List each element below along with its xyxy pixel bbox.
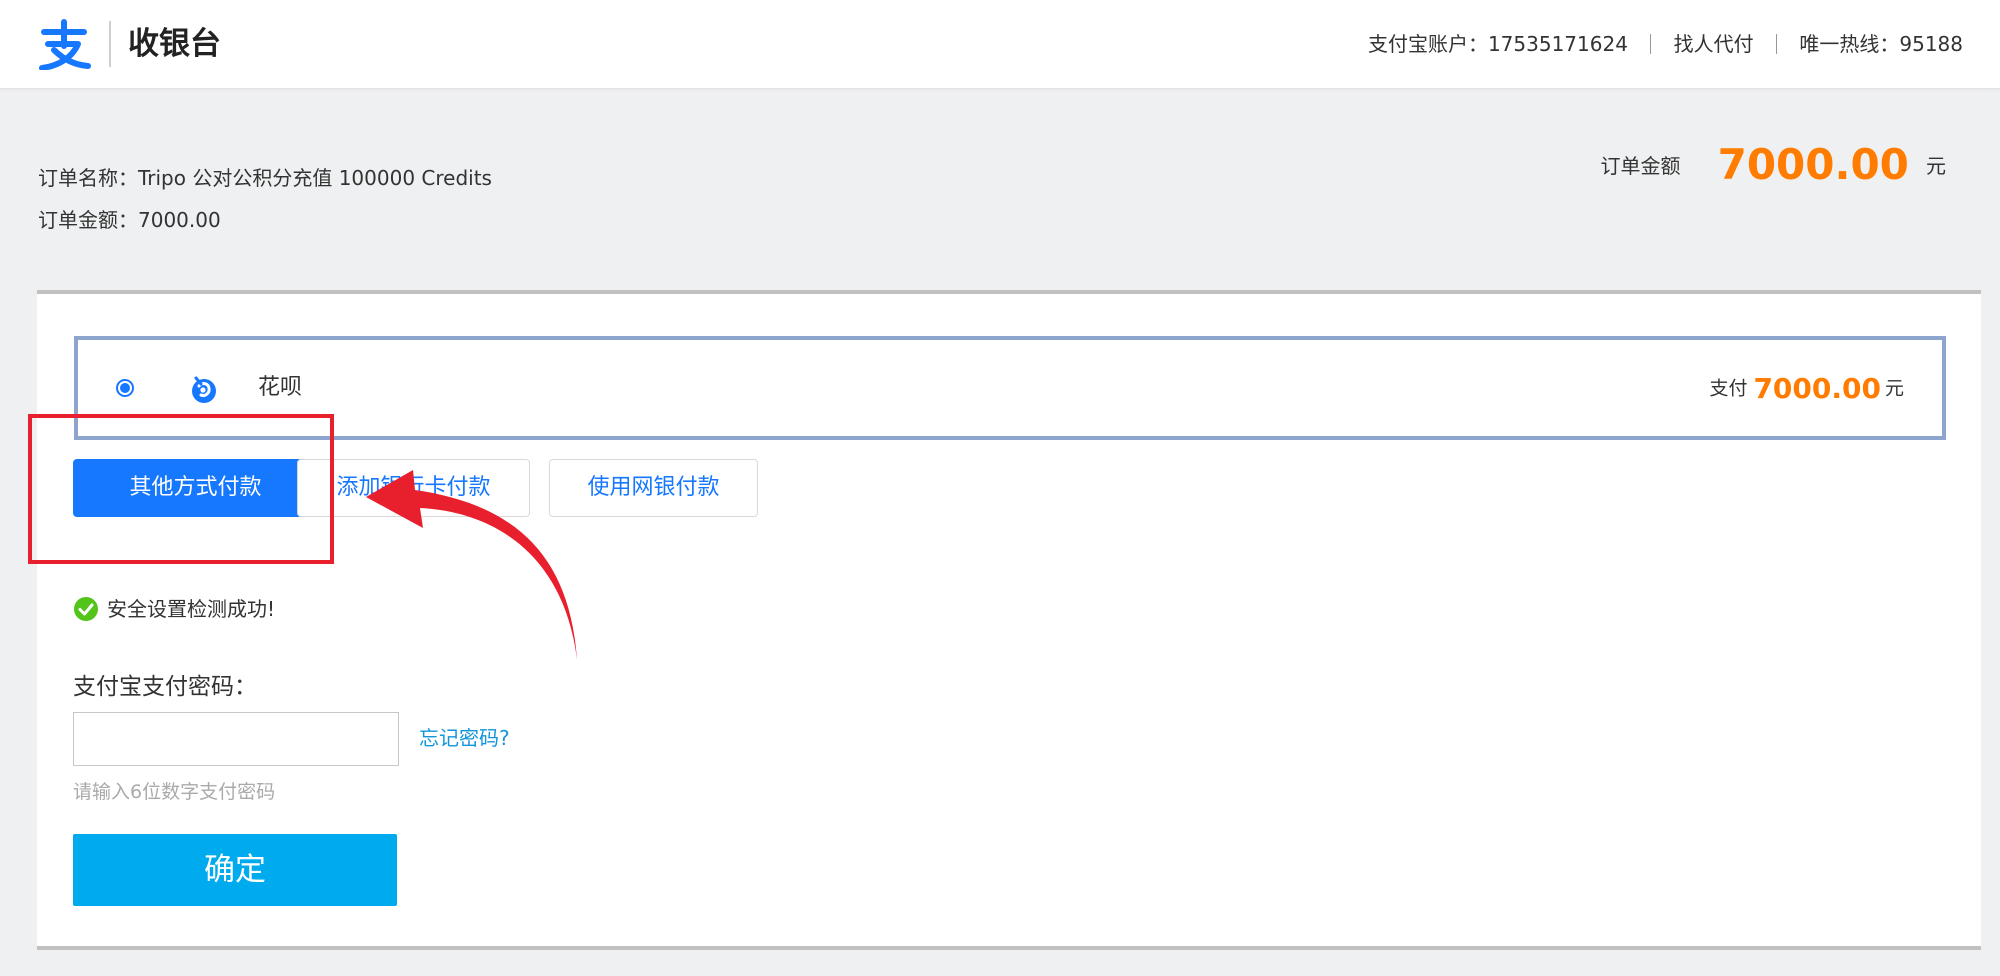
account-label: 支付宝账户： [1367,32,1488,56]
order-name-label: 订单名称： [38,166,138,190]
other-methods-button[interactable]: 其他方式付款 [73,459,318,517]
forgot-password-link[interactable]: 忘记密码? [419,722,510,754]
header-separator [1650,34,1652,54]
security-status-text: 安全设置检测成功! [107,596,276,621]
check-circle-icon [74,596,98,621]
payment-card: 花呗 支付 7000.00 元 其他方式付款 添加银行卡付款 使用网银付款 安全设置… [37,290,1981,950]
password-hint: 请输入6位数字支付密码 [73,781,276,803]
payment-method-option[interactable]: 花呗 支付 7000.00 元 [74,336,1946,440]
method-name: 花呗 [258,375,303,400]
order-total: 订单金额 7000.00 元 [1601,140,1946,189]
security-status: 安全设置检测成功! [73,594,275,623]
order-name-value: Tripo 公对公积分充值 100000 Credits [138,166,492,190]
pay-unit: 元 [1884,377,1904,400]
account-number: 17535171624 [1487,32,1628,56]
order-total-label: 订单金额 [1600,154,1681,178]
confirm-button[interactable]: 确定 [73,834,397,906]
order-total-unit: 元 [1926,154,1946,178]
pay-amount: 7000.00 [1753,371,1881,405]
hotline-label: 唯一热线： [1799,32,1900,56]
order-amount-value: 7000.00 [138,208,221,232]
method-radio[interactable] [116,379,134,397]
order-info: 订单名称：Tripo 公对公积分充值 100000 Credits 订单金额：7… [38,157,492,241]
find-payer-link[interactable]: 找人代付 [1674,32,1754,56]
order-amount-label: 订单金额： [38,208,138,232]
online-bank-button[interactable]: 使用网银付款 [549,459,758,517]
order-name-row: 订单名称：Tripo 公对公积分充值 100000 Credits [38,157,492,199]
hotline-number: 95188 [1899,32,1963,56]
password-input[interactable] [73,712,399,766]
header-account-info: 支付宝账户：17535171624 找人代付 唯一热线：95188 [1368,27,1963,61]
password-label: 支付宝支付密码： [73,674,257,700]
header-divider [109,21,111,67]
alipay-logo-icon [39,19,91,70]
pay-label: 支付 [1709,377,1748,400]
huabei-icon [192,376,216,403]
header: 收银台 支付宝账户：17535171624 找人代付 唯一热线：95188 [0,0,2000,89]
method-pay-amount: 支付 7000.00 元 [1709,368,1904,409]
radio-selected-dot [120,383,130,393]
order-amount-row: 订单金额：7000.00 [38,199,492,241]
header-separator [1776,34,1778,54]
add-bank-card-button[interactable]: 添加银行卡付款 [297,459,530,517]
order-total-amount: 7000.00 [1717,140,1909,189]
page-title: 收银台 [128,26,221,62]
